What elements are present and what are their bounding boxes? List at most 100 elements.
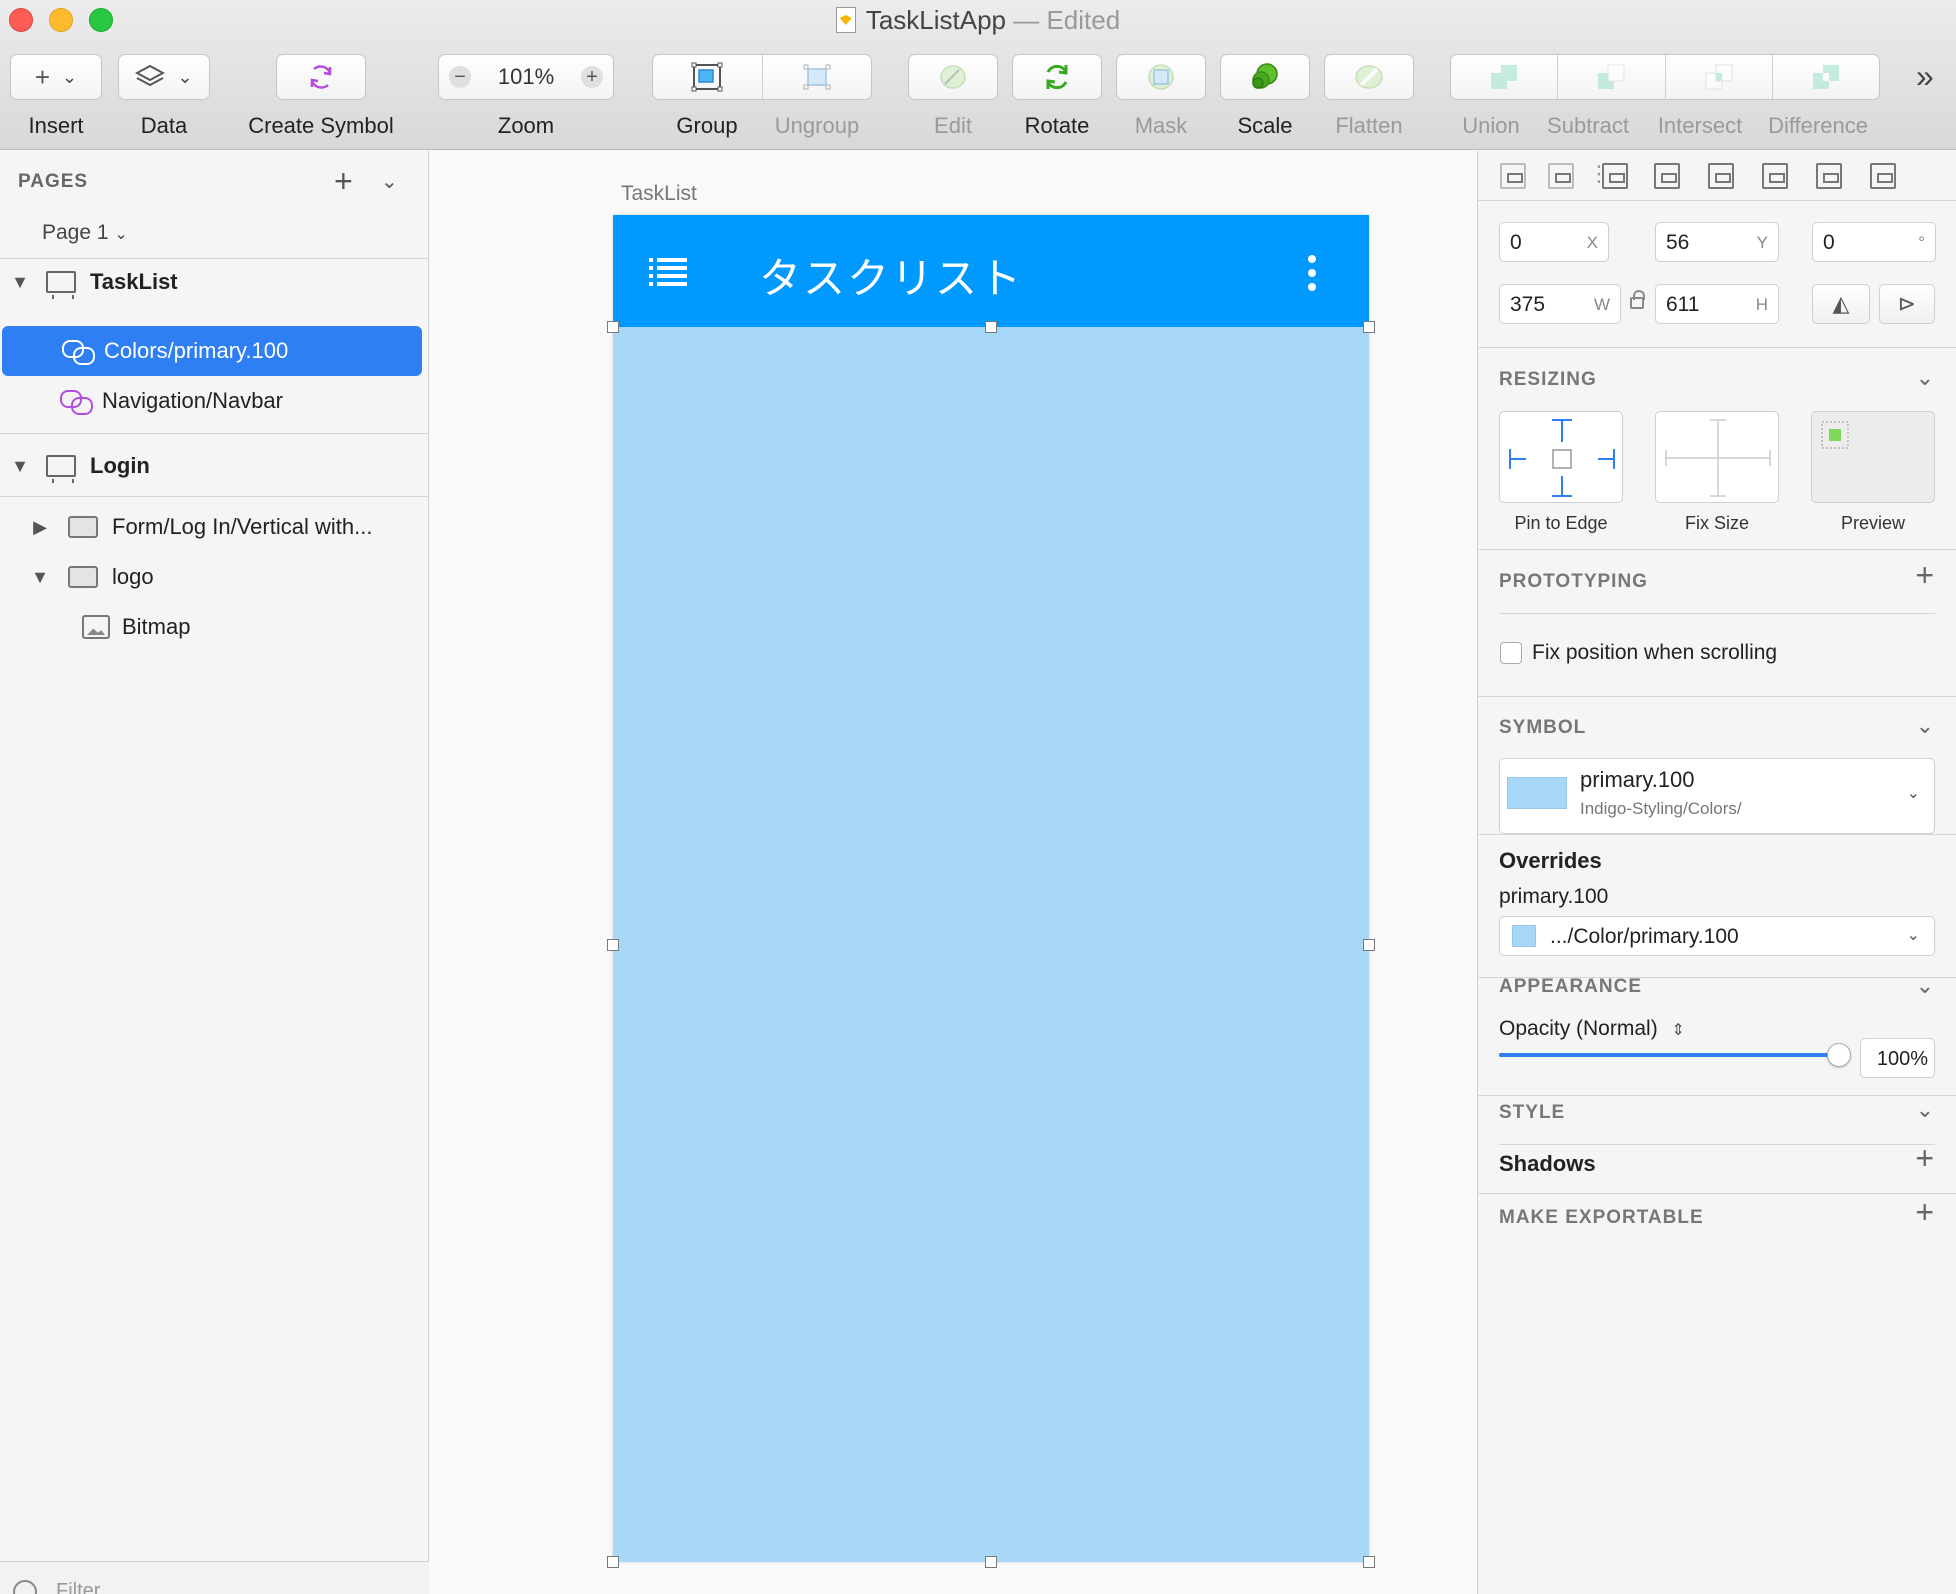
width-field[interactable]: 375 W — [1499, 284, 1621, 324]
disclosure-open-icon[interactable]: ▼ — [30, 567, 50, 588]
filter-input[interactable]: Filter — [56, 1580, 100, 1594]
zoom-out-button[interactable]: − — [449, 66, 471, 88]
align-top-icon[interactable] — [1762, 163, 1788, 189]
scale-button[interactable] — [1220, 54, 1310, 100]
add-prototyping-icon[interactable]: + — [1915, 557, 1934, 594]
toolbar: TaskListApp — Edited + ⌄ Insert ⌄ Data Cr… — [0, 0, 1956, 150]
filter-bar: Filter — [0, 1561, 429, 1594]
align-center-horizontal-icon[interactable] — [1654, 163, 1680, 189]
artboard-tasklist[interactable]: タスクリスト — [613, 215, 1369, 1562]
insert-button[interactable]: + ⌄ — [10, 54, 102, 100]
selected-color-symbol[interactable] — [613, 327, 1369, 1562]
align-left-icon[interactable] — [1602, 163, 1628, 189]
mask-button[interactable] — [1116, 54, 1206, 100]
override-label: primary.100 — [1499, 885, 1609, 908]
artboard-title[interactable]: TaskList — [621, 182, 697, 206]
data-button[interactable]: ⌄ — [118, 54, 210, 100]
flatten-icon — [1355, 65, 1383, 89]
resize-handle[interactable] — [985, 1556, 997, 1568]
overrides-section — [1478, 834, 1956, 835]
add-page-icon[interactable]: + — [334, 163, 353, 200]
chevron-down-icon[interactable]: ⌄ — [1916, 1097, 1934, 1123]
rotate-label: Rotate — [1024, 113, 1090, 138]
toolbar-overflow-icon[interactable]: » — [1916, 58, 1934, 95]
sketch-document-icon — [835, 7, 856, 33]
fix-position-checkbox[interactable] — [1500, 642, 1522, 664]
add-export-icon[interactable]: + — [1915, 1194, 1934, 1231]
alignment-toolbar: ⋮ — [1478, 151, 1956, 201]
layers-panel: PAGES + ⌄ Page 1 ⌄ ▼ TaskList Colors/pri… — [0, 151, 429, 1594]
height-field[interactable]: 611 H — [1655, 284, 1779, 324]
zoom-value[interactable]: 101% — [498, 64, 554, 90]
canvas[interactable]: TaskList タスクリスト — [430, 151, 1477, 1594]
rotate-button[interactable] — [1012, 54, 1102, 100]
fix-size-control[interactable] — [1655, 411, 1779, 503]
resize-handle[interactable] — [607, 939, 619, 951]
subtract-button[interactable] — [1558, 55, 1666, 99]
layer-symbol-navigation-navbar[interactable]: Navigation/Navbar — [0, 376, 429, 426]
layer-group-logo[interactable]: ▼ logo — [0, 552, 429, 602]
distribute-horizontal-icon[interactable] — [1500, 163, 1526, 189]
override-dropdown[interactable]: .../Color/primary.100 ⌄ — [1499, 916, 1935, 956]
page-selector[interactable]: Page 1 ⌄ — [42, 221, 128, 245]
flip-vertical-button[interactable]: ⊳ — [1879, 284, 1935, 324]
edit-button[interactable] — [908, 54, 998, 100]
divider — [1499, 613, 1935, 614]
pin-to-edge-control[interactable] — [1499, 411, 1623, 503]
align-right-icon[interactable] — [1708, 163, 1734, 189]
resize-handle[interactable] — [1363, 321, 1375, 333]
zoom-in-button[interactable]: + — [581, 66, 603, 88]
symbol-name: primary.100 — [1580, 767, 1695, 792]
lock-proportions-icon[interactable] — [1630, 290, 1645, 309]
opacity-blend-selector[interactable]: Opacity (Normal) ⇕ — [1499, 1017, 1685, 1041]
disclosure-open-icon[interactable]: ▼ — [10, 456, 30, 477]
layer-group-form-login[interactable]: ▶ Form/Log In/Vertical with... — [0, 502, 429, 552]
current-page: Page 1 — [42, 221, 109, 244]
resize-handle[interactable] — [607, 1556, 619, 1568]
layer-bitmap[interactable]: Bitmap — [0, 602, 429, 652]
symbol-picker[interactable]: primary.100 Indigo-Styling/Colors/ ⌄ — [1499, 758, 1935, 834]
x-position-field[interactable]: 0X — [1499, 222, 1609, 262]
distribute-vertical-icon[interactable] — [1548, 163, 1574, 189]
disclosure-closed-icon[interactable]: ▶ — [30, 517, 50, 538]
ungroup-button[interactable] — [763, 55, 872, 99]
flatten-button[interactable] — [1324, 54, 1414, 100]
add-shadow-icon[interactable]: + — [1915, 1140, 1934, 1177]
chevron-down-icon: ⌄ — [62, 66, 78, 87]
resizing-header: RESIZING — [1499, 369, 1597, 390]
ungroup-icon — [803, 64, 831, 90]
difference-button[interactable] — [1773, 55, 1879, 99]
layer-artboard-tasklist[interactable]: ▼ TaskList — [0, 257, 429, 307]
y-position-field[interactable]: 56 Y — [1655, 222, 1779, 262]
disclosure-open-icon[interactable]: ▼ — [10, 272, 30, 293]
union-button[interactable] — [1451, 55, 1559, 99]
intersect-button[interactable] — [1666, 55, 1773, 99]
insert-label: Insert — [28, 113, 84, 138]
opacity-field[interactable]: 100% — [1860, 1038, 1935, 1078]
flip-horizontal-button[interactable]: ◭ — [1812, 284, 1870, 324]
folder-icon — [68, 516, 98, 538]
create-symbol-button[interactable] — [276, 54, 366, 100]
chevron-down-icon[interactable]: ⌄ — [1916, 365, 1934, 391]
opacity-slider-knob[interactable] — [1827, 1043, 1851, 1067]
layer-artboard-login[interactable]: ▼ Login — [0, 441, 429, 491]
mask-label: Mask — [1134, 113, 1188, 138]
opacity-slider[interactable] — [1499, 1043, 1851, 1067]
resize-handle[interactable] — [1363, 939, 1375, 951]
align-middle-vertical-icon[interactable] — [1816, 163, 1842, 189]
group-button[interactable] — [653, 55, 763, 99]
color-swatch — [1507, 777, 1567, 809]
chevron-down-icon[interactable]: ⌄ — [1916, 713, 1934, 739]
align-bottom-icon[interactable] — [1870, 163, 1896, 189]
width-suffix: W — [1593, 295, 1610, 314]
resize-handle[interactable] — [1363, 1556, 1375, 1568]
resize-handle[interactable] — [985, 321, 997, 333]
layer-symbol-colors-primary[interactable]: Colors/primary.100 — [2, 326, 422, 376]
rotation-field[interactable]: 0 ° — [1812, 222, 1936, 262]
chevron-down-icon[interactable]: ⌄ — [381, 169, 398, 194]
resize-handle[interactable] — [607, 321, 619, 333]
chevron-down-icon[interactable]: ⌄ — [1916, 973, 1934, 999]
filter-icon[interactable] — [13, 1580, 37, 1594]
intersect-label: Intersect — [1657, 113, 1743, 138]
navbar[interactable]: タスクリスト — [613, 215, 1369, 327]
